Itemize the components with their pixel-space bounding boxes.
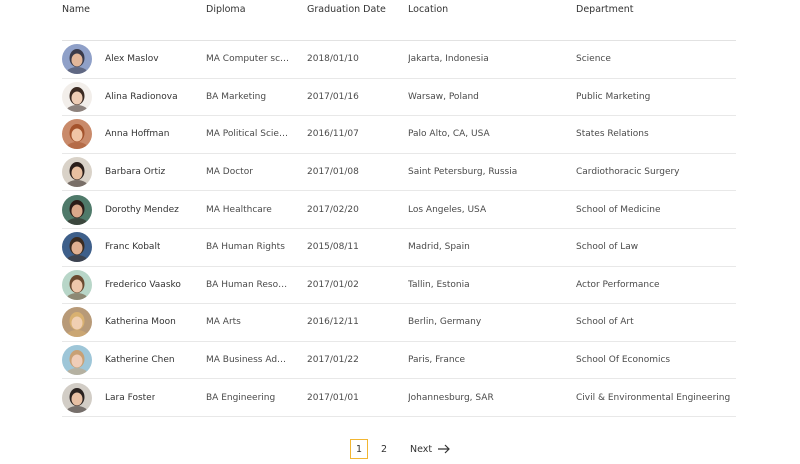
avatar	[62, 194, 92, 225]
student-location: Paris, France	[408, 355, 466, 366]
table-row[interactable]: Frederico Vaasko BA Human Resour... 2017/0…	[62, 267, 736, 305]
student-location: Palo Alto, CA, USA	[408, 129, 490, 140]
column-header-department[interactable]: Department	[576, 4, 634, 15]
student-location: Tallin, Estonia	[408, 279, 470, 290]
avatar	[62, 81, 92, 112]
student-name: Lara Foster	[105, 392, 156, 403]
avatar	[62, 44, 92, 75]
student-name: Barbara Ortiz	[105, 167, 166, 178]
student-name: Frederico Vaasko	[105, 279, 181, 290]
student-department: Public Marketing	[576, 91, 651, 102]
student-diploma: MA Arts	[206, 317, 241, 328]
table-row[interactable]: Lara Foster BA Engineering 2017/01/01 Johan…	[62, 379, 736, 417]
student-diploma: MA Computer scie...	[206, 54, 290, 65]
student-name: Dorothy Mendez	[105, 204, 179, 215]
student-location: Johannesburg, SAR	[408, 392, 494, 403]
student-diploma: BA Marketing	[206, 91, 267, 102]
column-header-location[interactable]: Location	[408, 4, 448, 15]
avatar	[62, 307, 92, 338]
table-row[interactable]: Alina Radionova BA Marketing 2017/01/16 War…	[62, 79, 736, 117]
student-graduation-date: 2017/01/22	[307, 355, 359, 366]
student-location: Saint Petersburg, Russia	[408, 167, 518, 178]
arrow-right-icon	[438, 444, 450, 454]
avatar	[62, 269, 92, 300]
student-diploma: MA Business Admi...	[206, 355, 290, 366]
student-graduation-date: 2017/01/08	[307, 167, 359, 178]
table-row[interactable]: Dorothy Mendez MA Healthcare 2017/02/20 Los…	[62, 191, 736, 229]
student-location: Los Angeles, USA	[408, 204, 487, 215]
column-header-graduation-date[interactable]: Graduation Date	[307, 4, 386, 15]
student-department: School of Law	[576, 242, 639, 253]
student-graduation-date: 2015/08/11	[307, 242, 359, 253]
student-department: Actor Performance	[576, 279, 660, 290]
table-body: Alex Maslov MA Computer scie... 2018/01/10…	[62, 41, 736, 417]
column-header-name[interactable]: Name	[62, 4, 90, 15]
avatar	[62, 157, 92, 188]
next-page-button[interactable]: Next	[410, 444, 450, 455]
student-diploma: MA Healthcare	[206, 204, 272, 215]
student-department: Cardiothoracic Surgery	[576, 167, 680, 178]
student-name: Alex Maslov	[105, 54, 159, 65]
student-graduation-date: 2017/01/16	[307, 91, 359, 102]
avatar	[62, 345, 92, 376]
student-diploma: BA Engineering	[206, 392, 276, 403]
student-diploma: BA Human Resour...	[206, 279, 290, 290]
table-header: Name Diploma Graduation Date Location De…	[62, 0, 736, 41]
student-department: Science	[576, 54, 611, 65]
student-department: School Of Economics	[576, 355, 671, 366]
students-table: Name Diploma Graduation Date Location De…	[62, 0, 736, 417]
student-name: Katherina Moon	[105, 317, 176, 328]
table-row[interactable]: Katherine Chen MA Business Admi... 2017/01…	[62, 342, 736, 380]
student-diploma: BA Human Rights	[206, 242, 285, 253]
student-name: Katherine Chen	[105, 355, 175, 366]
student-name: Anna Hoffman	[105, 129, 170, 140]
student-location: Madrid, Spain	[408, 242, 470, 253]
table-row[interactable]: Franc Kobalt BA Human Rights 2015/08/11 Mad…	[62, 229, 736, 267]
student-graduation-date: 2017/01/01	[307, 392, 359, 403]
avatar	[62, 232, 92, 263]
student-department: School of Art	[576, 317, 634, 328]
student-department: School of Medicine	[576, 204, 661, 215]
table-row[interactable]: Alex Maslov MA Computer scie... 2018/01/10…	[62, 41, 736, 79]
student-name: Franc Kobalt	[105, 242, 161, 253]
next-label: Next	[410, 443, 433, 455]
table-row[interactable]: Anna Hoffman MA Political Science 2016/11/…	[62, 116, 736, 154]
table-row[interactable]: Barbara Ortiz MA Doctor 2017/01/08 Saint Pe…	[62, 154, 736, 192]
student-graduation-date: 2017/01/02	[307, 279, 359, 290]
student-department: Civil & Environmental Engineering	[576, 392, 731, 403]
student-location: Jakarta, Indonesia	[408, 54, 489, 65]
page-2-button[interactable]: 2	[374, 444, 394, 455]
page-1-button[interactable]: 1	[350, 439, 368, 459]
table-row[interactable]: Katherina Moon MA Arts 2016/12/11 Berlin, G…	[62, 304, 736, 342]
student-location: Berlin, Germany	[408, 317, 482, 328]
student-diploma: MA Doctor	[206, 167, 253, 178]
student-department: States Relations	[576, 129, 649, 140]
student-graduation-date: 2017/02/20	[307, 204, 359, 215]
column-header-diploma[interactable]: Diploma	[206, 4, 246, 15]
student-location: Warsaw, Poland	[408, 91, 479, 102]
pagination: 1 2 Next	[350, 438, 450, 460]
avatar	[62, 119, 92, 150]
student-graduation-date: 2016/11/07	[307, 129, 359, 140]
student-name: Alina Radionova	[105, 91, 178, 102]
avatar	[62, 382, 92, 413]
student-graduation-date: 2016/12/11	[307, 317, 359, 328]
student-diploma: MA Political Science	[206, 129, 290, 140]
student-graduation-date: 2018/01/10	[307, 54, 359, 65]
